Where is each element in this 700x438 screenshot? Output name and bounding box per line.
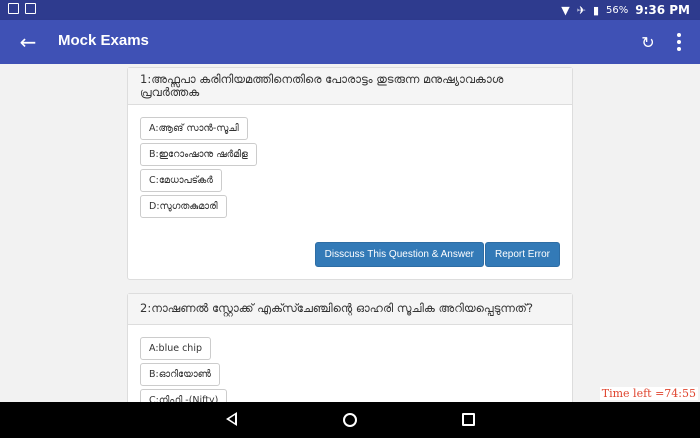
more-vert-icon[interactable] bbox=[668, 30, 690, 54]
status-bar: ▼ ✈ ▮ 56% 9:36 PM bbox=[0, 0, 700, 20]
refresh-icon[interactable]: ↻ bbox=[636, 30, 660, 54]
page-title: Mock Exams bbox=[58, 32, 149, 49]
gallery-notification-icon bbox=[8, 3, 19, 14]
airplane-icon: ✈ bbox=[576, 3, 586, 17]
battery-percent: 56% bbox=[606, 4, 629, 16]
arrow-left-icon[interactable]: ← bbox=[16, 30, 40, 54]
option-a[interactable]: A:blue chip bbox=[140, 337, 212, 360]
wifi-icon: ▼ bbox=[561, 3, 570, 17]
time-left-label: Time left =74:55 bbox=[599, 387, 698, 400]
check-notification-icon bbox=[25, 3, 36, 14]
option-c[interactable]: C:നിഫ്റ്റി -(Nifty) bbox=[140, 389, 228, 402]
nav-recents-icon[interactable] bbox=[462, 413, 475, 426]
question-text: 1:അഫ്സപാ കരിനിയമത്തിനെതിരെ പോരാട്ടം തുടര… bbox=[128, 68, 572, 105]
app-bar: ← Mock Exams ↻ bbox=[0, 20, 700, 64]
question-text: 2:നാഷണൽ സ്റ്റോക്ക് എക്സ്ചേഞ്ചിന്റെ ഓഹരി … bbox=[128, 294, 572, 325]
question-card-1: 1:അഫ്സപാ കരിനിയമത്തിനെതിരെ പോരാട്ടം തുടര… bbox=[127, 67, 573, 280]
report-error-button[interactable]: Report Error bbox=[484, 242, 560, 267]
status-left-icons bbox=[8, 3, 36, 14]
navigation-bar bbox=[0, 402, 700, 438]
options-list: A:ആങ് സാൻ-സൂചി B:ഇറോംഷാനു ഷർമിള C:മേധാപട… bbox=[128, 105, 572, 220]
battery-icon: ▮ bbox=[592, 3, 599, 17]
nav-back-icon[interactable] bbox=[226, 412, 237, 426]
option-b[interactable]: B:ഓറിയോൺ bbox=[140, 363, 220, 386]
option-a[interactable]: A:ആങ് സാൻ-സൂചി bbox=[140, 117, 248, 140]
question-card-2: 2:നാഷണൽ സ്റ്റോക്ക് എക്സ്ചേഞ്ചിന്റെ ഓഹരി … bbox=[127, 293, 573, 402]
question-actions: Disscuss This Question & Answer Report E… bbox=[314, 242, 560, 267]
options-list: A:blue chip B:ഓറിയോൺ C:നിഫ്റ്റി -(Nifty) bbox=[128, 325, 572, 402]
option-b[interactable]: B:ഇറോംഷാനു ഷർമിള bbox=[140, 143, 257, 166]
option-d[interactable]: D:സുഗതകുമാരി bbox=[140, 195, 227, 218]
status-clock: 9:36 PM bbox=[635, 3, 690, 17]
discuss-button[interactable]: Disscuss This Question & Answer bbox=[314, 242, 484, 267]
question-list[interactable]: 1:അഫ്സപാ കരിനിയമത്തിനെതിരെ പോരാട്ടം തുടര… bbox=[0, 64, 700, 402]
nav-home-icon[interactable] bbox=[343, 413, 357, 427]
status-right-icons: ▼ ✈ ▮ 56% 9:36 PM bbox=[561, 3, 690, 17]
option-c[interactable]: C:മേധാപട്കർ bbox=[140, 169, 222, 192]
